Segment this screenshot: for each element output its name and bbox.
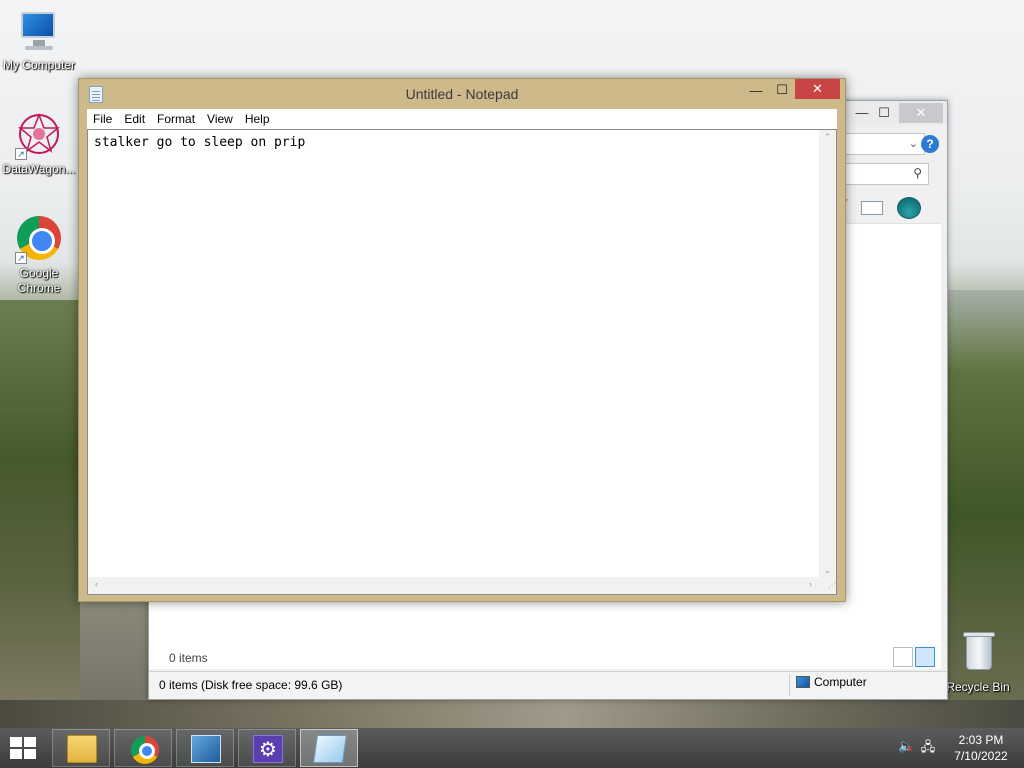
menu-edit[interactable]: Edit	[118, 109, 151, 129]
wallpaper-ground	[0, 700, 1024, 728]
chevron-down-icon[interactable]: ⌄	[909, 137, 918, 150]
help-icon[interactable]: ?	[921, 135, 939, 153]
shortcut-arrow-icon: ↗	[15, 148, 27, 160]
menu-format[interactable]: Format	[151, 109, 201, 129]
desktop-icon-label: DataWagon...	[2, 162, 76, 176]
clock-time: 2:03 PM	[958, 733, 1004, 747]
windows-logo-pane	[10, 749, 22, 759]
taskbar-notepad[interactable]	[300, 729, 358, 767]
menu-file[interactable]: File	[87, 109, 118, 129]
explorer-maximize-button[interactable]: ☐	[871, 103, 897, 123]
taskbar-google-chrome[interactable]	[114, 729, 172, 767]
taskbar-clock[interactable]: 2:03 PM 7/10/2022	[946, 732, 1016, 764]
taskbar-file-explorer[interactable]	[52, 729, 110, 767]
gear-icon: ⚙	[253, 735, 283, 763]
explorer-statusbar: 0 items (Disk free space: 99.6 GB) Compu…	[149, 671, 947, 699]
taskbar-settings[interactable]: ⚙	[238, 729, 296, 767]
system-tray: 🔈 ✕ 🖧	[896, 738, 940, 758]
start-button[interactable]	[8, 736, 38, 760]
explorer-close-button[interactable]: ✕	[899, 103, 943, 123]
folder-icon	[67, 735, 97, 763]
status-location-label: Computer	[814, 674, 867, 689]
desktop-icon-recycle-bin[interactable]: Recycle Bin	[940, 630, 1016, 695]
minimize-button[interactable]: —	[743, 81, 769, 101]
notepad-icon	[313, 735, 347, 763]
menu-view[interactable]: View	[201, 109, 239, 129]
clock-date: 7/10/2022	[954, 749, 1008, 763]
windows-logo-pane	[24, 737, 36, 747]
recycle-bin-icon	[954, 630, 1002, 678]
explorer-view-buttons	[891, 647, 937, 669]
explorer-items-count: 0 items	[169, 651, 208, 665]
wallpaper-trees-left	[0, 300, 80, 700]
scroll-left-icon[interactable]: ‹	[88, 579, 105, 589]
maximize-button[interactable]: ☐	[769, 80, 795, 100]
desktop-icon-label: Recycle Bin	[946, 680, 1010, 694]
vertical-scrollbar[interactable]: ⌃ ⌄	[819, 130, 836, 578]
explorer-search-input[interactable]: ⚲	[839, 163, 929, 185]
computer-icon	[15, 8, 63, 56]
scroll-up-icon[interactable]: ⌃	[819, 132, 836, 143]
notepad-titlebar[interactable]: Untitled - Notepad — ☐ ✕	[79, 79, 845, 109]
notepad-window[interactable]: Untitled - Notepad — ☐ ✕ File Edit Format V…	[78, 78, 846, 602]
network-icon[interactable]: 🖧	[920, 738, 936, 756]
menu-bar: File Edit Format View Help	[87, 109, 837, 129]
explorer-status-text: 0 items (Disk free space: 99.6 GB)	[159, 678, 343, 692]
window-title: Untitled - Notepad	[405, 86, 519, 102]
scroll-right-icon[interactable]: ›	[802, 579, 819, 589]
desktop-icon-label: Google Chrome	[17, 266, 61, 295]
large-icons-view-icon[interactable]	[915, 647, 935, 667]
desktop-icon-my-computer[interactable]: My Computer	[1, 8, 77, 73]
windows-logo-pane	[24, 749, 36, 759]
details-view-icon[interactable]	[893, 647, 913, 667]
email-icon[interactable]	[861, 201, 883, 215]
resize-grip-icon[interactable]: ⋰	[819, 577, 836, 594]
speaker-muted-icon[interactable]: 🔈 ✕	[898, 738, 914, 756]
datawagon-icon: ↗	[15, 112, 63, 160]
explorer-address-bar[interactable]: ⌄	[839, 133, 925, 155]
horizontal-scrollbar[interactable]: ‹ ›	[88, 577, 819, 594]
chrome-icon	[131, 736, 159, 764]
taskbar: ⚙ 🔈 ✕ 🖧 2:03 PM 7/10/2022	[0, 728, 1024, 768]
text-editor-area[interactable]: stalker go to sleep on prip ⌃ ⌄ ‹ › ⋰	[87, 129, 837, 595]
scroll-down-icon[interactable]: ⌄	[819, 565, 836, 576]
desktop-icon-label: My Computer	[2, 58, 76, 72]
chrome-icon: ↗	[15, 216, 63, 264]
windows-logo-icon	[10, 737, 22, 747]
taskbar-control-panel[interactable]	[176, 729, 234, 767]
shell-icon[interactable]	[897, 197, 921, 219]
search-icon: ⚲	[913, 166, 922, 180]
desktop-icon-datawagon[interactable]: ↗ DataWagon...	[1, 112, 77, 177]
computer-icon	[796, 675, 810, 688]
explorer-status-location: Computer	[789, 674, 867, 696]
close-button[interactable]: ✕	[795, 79, 840, 99]
shortcut-arrow-icon: ↗	[15, 252, 27, 264]
desktop-icon-google-chrome[interactable]: ↗ Google Chrome	[1, 216, 77, 296]
explorer-toolbar	[834, 195, 939, 223]
menu-help[interactable]: Help	[239, 109, 276, 129]
control-panel-icon	[191, 735, 221, 763]
editor-text[interactable]: stalker go to sleep on prip	[94, 135, 305, 150]
